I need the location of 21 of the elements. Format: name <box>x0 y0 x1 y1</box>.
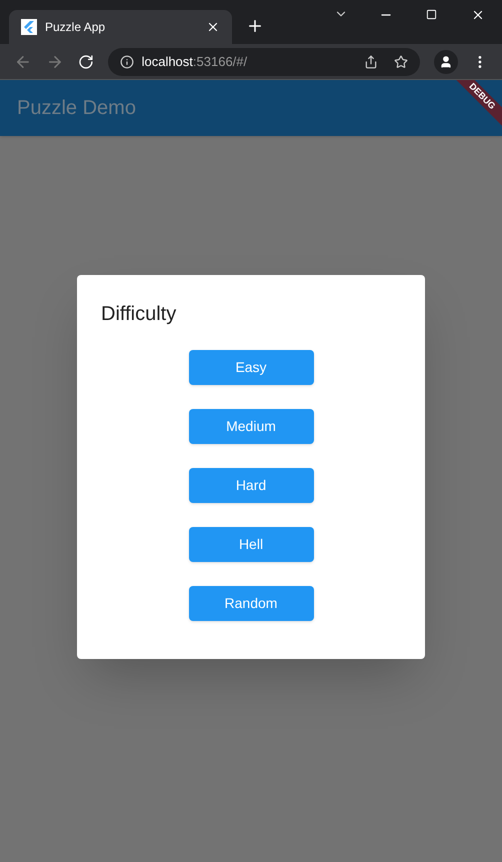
dialog-title: Difficulty <box>101 302 178 327</box>
maximize-icon[interactable] <box>426 9 437 20</box>
bookmark-icon[interactable] <box>394 54 408 68</box>
difficulty-button[interactable]: Medium <box>188 409 314 444</box>
address-bar[interactable]: localhost:53166/#/ <box>108 48 420 76</box>
difficulty-button[interactable]: Easy <box>188 350 314 385</box>
share-icon[interactable] <box>364 54 378 68</box>
close-tab-icon[interactable] <box>206 20 220 34</box>
app-title: Puzzle Demo <box>17 96 136 121</box>
info-icon[interactable] <box>120 54 134 68</box>
tab-title: Puzzle App <box>45 19 106 36</box>
difficulty-button[interactable]: Hard <box>188 468 314 503</box>
new-tab-icon[interactable] <box>246 17 264 35</box>
address-text: localhost:53166/#/ <box>142 52 248 71</box>
difficulty-button[interactable]: Random <box>188 586 314 621</box>
close-window-icon[interactable] <box>471 8 485 22</box>
difficulty-button[interactable]: Hell <box>188 527 314 562</box>
app-logo-icon <box>21 19 37 35</box>
browser-tab[interactable]: Puzzle App <box>9 10 232 44</box>
profile-icon[interactable] <box>434 50 458 74</box>
reload-icon[interactable] <box>78 54 94 70</box>
